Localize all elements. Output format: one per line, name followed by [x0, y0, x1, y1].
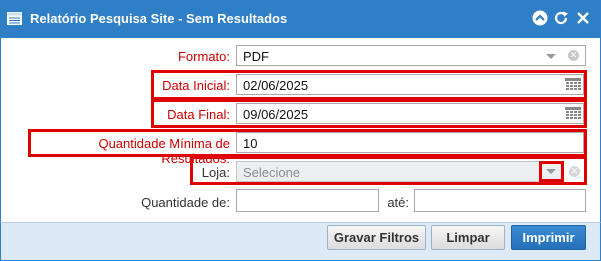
formato-label: Formato: — [177, 49, 230, 64]
data-inicial-label: Data Inicial: — [162, 78, 230, 93]
calendar-icon[interactable] — [565, 107, 581, 120]
window-title: Relatório Pesquisa Site - Sem Resultados — [30, 11, 288, 26]
qtd-de-input[interactable] — [236, 189, 379, 212]
clear-icon[interactable]: ✕ — [568, 50, 579, 61]
chevron-down-icon[interactable] — [546, 169, 556, 174]
data-inicial-value: 02/06/2025 — [243, 78, 309, 93]
data-final-label: Data Final: — [167, 107, 230, 122]
limpar-button[interactable]: Limpar — [431, 225, 505, 250]
ate-input[interactable] — [414, 189, 586, 212]
gravar-filtros-button[interactable]: Gravar Filtros — [327, 225, 426, 250]
data-final-value: 09/06/2025 — [243, 107, 309, 122]
loja-label: Loja: — [201, 165, 230, 180]
report-icon — [7, 12, 22, 25]
qtd-de-label: Quantidade de: — [141, 195, 230, 210]
close-icon[interactable] — [575, 10, 591, 26]
ate-label: até: — [387, 195, 409, 210]
qtd-min-label: Quantidade Mínima de Resultados: — [98, 136, 230, 166]
data-inicial-input[interactable]: 02/06/2025 — [236, 74, 584, 95]
chevron-down-icon[interactable] — [546, 54, 556, 59]
qtd-min-input[interactable]: 10 — [236, 132, 584, 153]
clear-icon[interactable]: ✕ — [569, 166, 580, 177]
window-titlebar: Relatório Pesquisa Site - Sem Resultados — [0, 0, 601, 38]
collapse-icon[interactable] — [532, 10, 548, 26]
loja-placeholder: Selecione — [243, 165, 301, 180]
imprimir-button[interactable]: Imprimir — [511, 225, 586, 250]
qtd-min-value: 10 — [243, 136, 258, 151]
refresh-icon[interactable] — [553, 10, 569, 26]
formato-value: PDF — [243, 49, 269, 64]
formato-select[interactable]: PDF — [236, 45, 586, 66]
data-final-input[interactable]: 09/06/2025 — [236, 103, 584, 124]
calendar-icon[interactable] — [565, 78, 581, 91]
loja-select[interactable]: Selecione — [236, 161, 564, 182]
